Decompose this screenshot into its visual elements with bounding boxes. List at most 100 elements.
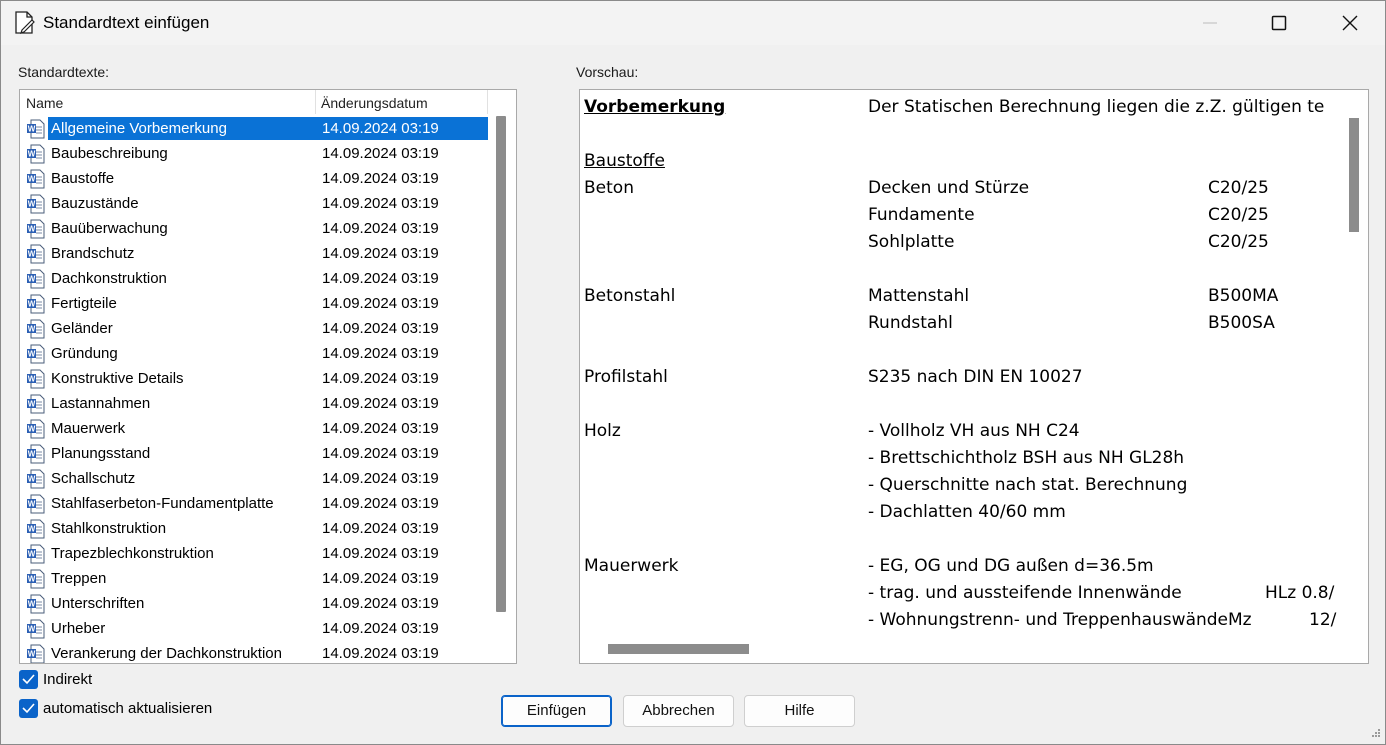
word-document-icon: W — [26, 594, 46, 614]
insert-button[interactable]: Einfügen — [501, 695, 612, 727]
preview-text: - Querschnitte nach stat. Berechnung — [868, 475, 1188, 495]
window-title: Standardtext einfügen — [43, 13, 210, 32]
list-item[interactable]: W Bauüberwachung 14.09.2024 03:19 — [20, 216, 490, 241]
list-item[interactable]: W Stahlkonstruktion 14.09.2024 03:19 — [20, 516, 490, 541]
list-item-date: 14.09.2024 03:19 — [322, 370, 439, 387]
preview-text: - Brettschichtholz BSH aus NH GL28h — [868, 448, 1185, 468]
list-item[interactable]: W Konstruktive Details 14.09.2024 03:19 — [20, 366, 490, 391]
list-item[interactable]: W Mauerwerk 14.09.2024 03:19 — [20, 416, 490, 441]
list-item[interactable]: W Urheber 14.09.2024 03:19 — [20, 616, 490, 641]
preview-text: - trag. und aussteifende Innenwände — [868, 583, 1182, 603]
indirekt-checkbox[interactable] — [19, 670, 38, 689]
column-divider[interactable] — [487, 90, 488, 114]
preview-text: Beton — [584, 178, 634, 198]
list-item[interactable]: W Bauzustände 14.09.2024 03:19 — [20, 191, 490, 216]
word-document-icon: W — [26, 219, 46, 239]
list-item[interactable]: W Allgemeine Vorbemerkung 14.09.2024 03:19 — [20, 116, 490, 141]
auto-update-label[interactable]: automatisch aktualisieren — [43, 700, 212, 717]
list-item[interactable]: W Baustoffe 14.09.2024 03:19 — [20, 166, 490, 191]
list-item[interactable]: W Stahlfaserbeton-Fundamentplatte 14.09.20… — [20, 491, 490, 516]
list-item-date: 14.09.2024 03:19 — [322, 245, 439, 262]
list-item-name: Stahlfaserbeton-Fundamentplatte — [51, 495, 274, 512]
preview-text: S235 nach DIN EN 10027 — [868, 367, 1083, 387]
list-item-date: 14.09.2024 03:19 — [322, 420, 439, 437]
preview-text: C20/25 — [1208, 205, 1269, 225]
list-scrollbar-thumb[interactable] — [496, 116, 506, 612]
auto-update-checkbox[interactable] — [19, 699, 38, 718]
list-item[interactable]: W Gründung 14.09.2024 03:19 — [20, 341, 490, 366]
list-item[interactable]: W Unterschriften 14.09.2024 03:19 — [20, 591, 490, 616]
list-item[interactable]: W Dachkonstruktion 14.09.2024 03:19 — [20, 266, 490, 291]
standard-text-list[interactable]: Name Änderungsdatum W Allgemeine Vorbemer… — [19, 89, 517, 664]
word-document-icon: W — [26, 469, 46, 489]
word-document-icon: W — [26, 444, 46, 464]
preview-text: Mattenstahl — [868, 286, 970, 306]
preview-pane[interactable]: Vorbemerkung Der Statischen Berechnung l… — [579, 89, 1369, 664]
list-item-date: 14.09.2024 03:19 — [322, 595, 439, 612]
word-document-icon: W — [26, 569, 46, 589]
list-item-name: Trapezblechkonstruktion — [51, 545, 214, 562]
svg-text:W: W — [28, 125, 36, 134]
svg-text:W: W — [28, 300, 36, 309]
preview-text: Sohlplatte — [868, 232, 955, 252]
dialog-window: Standardtext einfügen Standardtexte: Vor… — [0, 0, 1386, 745]
preview-horizontal-scrollbar-thumb[interactable] — [608, 644, 749, 654]
preview-text: Fundamente — [868, 205, 975, 225]
svg-text:W: W — [28, 375, 36, 384]
list-item[interactable]: W Baubeschreibung 14.09.2024 03:19 — [20, 141, 490, 166]
svg-text:W: W — [28, 275, 36, 284]
list-item[interactable]: W Geländer 14.09.2024 03:19 — [20, 316, 490, 341]
list-item[interactable]: W Treppen 14.09.2024 03:19 — [20, 566, 490, 591]
resize-grip-icon[interactable] — [1369, 728, 1381, 740]
list-item[interactable]: W Lastannahmen 14.09.2024 03:19 — [20, 391, 490, 416]
word-document-icon: W — [26, 619, 46, 639]
list-item-date: 14.09.2024 03:19 — [322, 195, 439, 212]
list-item-name: Planungsstand — [51, 445, 151, 462]
svg-text:W: W — [28, 625, 36, 634]
column-header-date[interactable]: Änderungsdatum — [321, 95, 428, 111]
cancel-button[interactable]: Abbrechen — [623, 695, 734, 727]
list-item-name: Allgemeine Vorbemerkung — [50, 120, 228, 137]
preview-vertical-scrollbar-thumb[interactable] — [1349, 118, 1359, 232]
list-item-date: 14.09.2024 03:19 — [322, 620, 439, 637]
list-item-name: Treppen — [51, 570, 107, 587]
list-item-date: 14.09.2024 03:19 — [322, 645, 439, 662]
list-item-date: 14.09.2024 03:19 — [322, 445, 439, 462]
preview-heading-baustoffe: Baustoffe — [584, 151, 665, 171]
preview-heading-vorbemerkung: Vorbemerkung — [584, 97, 726, 117]
svg-text:W: W — [28, 350, 36, 359]
list-item-name: Verankerung der Dachkonstruktion — [51, 645, 282, 662]
word-document-icon: W — [26, 144, 46, 164]
svg-text:W: W — [28, 150, 36, 159]
word-document-icon: W — [26, 544, 46, 564]
svg-text:W: W — [28, 175, 36, 184]
list-item[interactable]: W Planungsstand 14.09.2024 03:19 — [20, 441, 490, 466]
column-header-name[interactable]: Name — [26, 95, 63, 111]
preview-text: - Vollholz VH aus NH C24 — [868, 421, 1080, 441]
list-item[interactable]: W Brandschutz 14.09.2024 03:19 — [20, 241, 490, 266]
list-item-date: 14.09.2024 03:19 — [322, 495, 439, 512]
maximize-button[interactable] — [1256, 1, 1302, 45]
indirekt-label[interactable]: Indirekt — [43, 671, 92, 688]
list-item[interactable]: W Fertigteile 14.09.2024 03:19 — [20, 291, 490, 316]
list-item-name: Stahlkonstruktion — [51, 520, 167, 537]
close-button[interactable] — [1327, 1, 1373, 45]
svg-text:W: W — [28, 250, 36, 259]
svg-text:W: W — [28, 525, 36, 534]
minimize-icon — [1203, 22, 1217, 24]
minimize-button[interactable] — [1187, 1, 1233, 45]
list-item-date: 14.09.2024 03:19 — [322, 470, 439, 487]
list-item-date: 14.09.2024 03:19 — [322, 120, 439, 137]
column-divider[interactable] — [315, 90, 316, 114]
preview-content: Vorbemerkung Der Statischen Berechnung l… — [580, 90, 1342, 638]
preview-text: C20/25 — [1208, 232, 1269, 252]
preview-text: HLz 0.8/ — [1265, 583, 1335, 603]
list-item[interactable]: W Verankerung der Dachkonstruktion 14.09.2… — [20, 641, 490, 663]
list-item-name: Dachkonstruktion — [51, 270, 167, 287]
list-item[interactable]: W Trapezblechkonstruktion 14.09.2024 03:19 — [20, 541, 490, 566]
help-button[interactable]: Hilfe — [744, 695, 855, 727]
checkmark-icon — [22, 674, 35, 685]
list-item[interactable]: W Schallschutz 14.09.2024 03:19 — [20, 466, 490, 491]
list-item-name: Lastannahmen — [51, 395, 151, 412]
svg-text:W: W — [28, 225, 36, 234]
